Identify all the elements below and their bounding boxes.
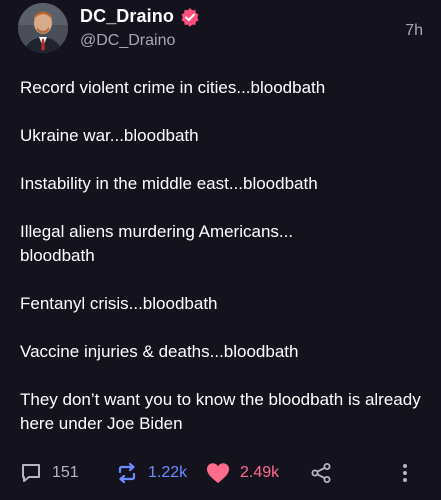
author-handle[interactable]: @DC_Draino	[80, 32, 175, 50]
heart-icon	[206, 462, 230, 484]
like-button[interactable]: 2.49k	[206, 462, 279, 484]
share-icon	[310, 462, 332, 484]
reply-count: 151	[52, 464, 79, 481]
post-paragraph: Record violent crime in cities...bloodba…	[20, 78, 326, 97]
post-paragraph: Ukraine war...bloodbath	[20, 126, 199, 145]
post-body: Record violent crime in cities...bloodba…	[20, 76, 425, 460]
post-paragraph: Illegal aliens murdering Americans... bl…	[20, 222, 294, 265]
post-card: DC_Draino @DC_Draino 7h Record violent c…	[0, 0, 441, 500]
post-actions-bar: 151 1.22k 2.49k	[20, 462, 425, 488]
display-name[interactable]: DC_Draino	[80, 6, 174, 27]
avatar[interactable]	[18, 3, 68, 53]
post-paragraph: Vaccine injuries & deaths...bloodbath	[20, 342, 299, 361]
more-options-button[interactable]	[395, 462, 415, 484]
post-paragraph: Instability in the middle east...bloodba…	[20, 174, 318, 193]
speech-bubble-icon	[20, 462, 42, 484]
repost-button[interactable]: 1.22k	[116, 462, 187, 484]
verified-badge-icon	[180, 7, 200, 27]
post-paragraph: Fentanyl crisis...bloodbath	[20, 294, 218, 313]
like-count: 2.49k	[240, 464, 280, 481]
vertical-dots-icon	[395, 462, 415, 484]
post-paragraph: They don’t want you to know the bloodbat…	[20, 390, 426, 433]
post-timestamp: 7h	[405, 22, 423, 39]
share-button[interactable]	[310, 462, 332, 484]
repost-arrows-icon	[116, 462, 138, 484]
reply-button[interactable]: 151	[20, 462, 79, 484]
author-row: DC_Draino	[80, 6, 200, 27]
repost-count: 1.22k	[148, 464, 188, 481]
